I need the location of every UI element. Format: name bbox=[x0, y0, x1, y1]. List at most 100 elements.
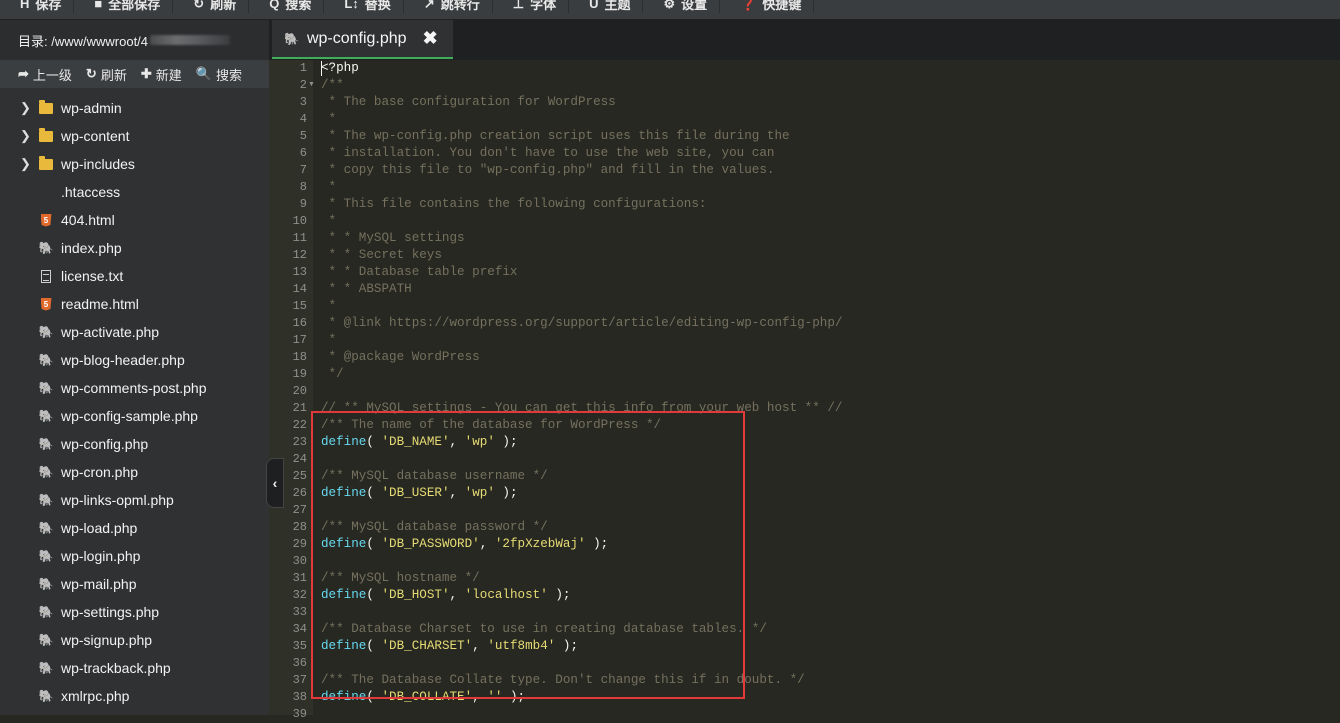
folder-item[interactable]: ❯ wp-includes bbox=[0, 150, 269, 178]
file-item[interactable]: 🐘 wp-links-opml.php bbox=[0, 486, 269, 514]
code-line[interactable]: * @package WordPress bbox=[321, 349, 480, 366]
code-line[interactable]: * The base configuration for WordPress bbox=[321, 94, 616, 111]
code-line[interactable]: * The wp-config.php creation script uses… bbox=[321, 128, 790, 145]
code-line[interactable]: * installation. You don't have to use th… bbox=[321, 145, 775, 162]
line-number: 15 bbox=[292, 299, 307, 313]
folder-item[interactable]: ❯ wp-content bbox=[0, 122, 269, 150]
code-token: , bbox=[479, 537, 495, 551]
chevron-right-icon[interactable]: ❯ bbox=[20, 100, 31, 116]
file-item[interactable]: 🐘 wp-cron.php bbox=[0, 458, 269, 486]
toolbar-button-3[interactable]: Q 搜索 bbox=[249, 0, 325, 13]
code-line[interactable]: * * Secret keys bbox=[321, 247, 442, 264]
code-line[interactable]: * * Database table prefix bbox=[321, 264, 518, 281]
toolbar-button-2[interactable]: ↻ 刷新 bbox=[173, 0, 250, 13]
code-line[interactable]: * bbox=[321, 332, 337, 349]
file-item[interactable]: 🐘 wp-activate.php bbox=[0, 318, 269, 346]
fold-arrow-icon[interactable]: ▼ bbox=[308, 81, 315, 88]
code-line[interactable]: /** bbox=[321, 77, 344, 94]
code-token: 'DB_COLLATE' bbox=[381, 690, 473, 704]
file-item[interactable]: 5 readme.html bbox=[0, 290, 269, 318]
file-item[interactable]: 🐘 wp-mail.php bbox=[0, 570, 269, 598]
line-number: 16 bbox=[292, 316, 307, 330]
file-item[interactable]: 🐘 wp-config.php bbox=[0, 430, 269, 458]
code-line[interactable]: * This file contains the following confi… bbox=[321, 196, 707, 213]
toolbar-button-0[interactable]: H 保存 bbox=[0, 0, 75, 13]
file-name: wp-load.php bbox=[61, 520, 138, 536]
code-token: // ** MySQL settings - You can get this … bbox=[321, 401, 843, 415]
file-action-0[interactable]: ➦ 上一级 bbox=[18, 65, 72, 84]
code-token: ( bbox=[366, 486, 382, 500]
code-line[interactable]: define( 'DB_CHARSET', 'utf8mb4' ); bbox=[321, 638, 578, 655]
code-token: define bbox=[321, 537, 367, 551]
file-action-label: 搜索 bbox=[215, 67, 242, 83]
file-item[interactable]: 🐘 wp-trackback.php bbox=[0, 654, 269, 682]
code-line[interactable]: * bbox=[321, 179, 337, 196]
code-line[interactable]: define( 'DB_PASSWORD', '2fpXzebWaj' ); bbox=[321, 536, 608, 553]
file-item[interactable]: 🐘 wp-load.php bbox=[0, 514, 269, 542]
file-action-3[interactable]: 🔍 搜索 bbox=[196, 65, 242, 84]
code-line[interactable]: * @link https://wordpress.org/support/ar… bbox=[321, 315, 843, 332]
code-editor[interactable]: 1 2 ▼ 3 4 5 6 7 8 9 10 11 12 13 14 15 16 17 18 19 20 21 22 23 24… bbox=[269, 60, 1340, 721]
file-item[interactable]: 🐘 index.php bbox=[0, 234, 269, 262]
file-item[interactable]: 🐘 wp-config-sample.php bbox=[0, 402, 269, 430]
code-line[interactable]: * bbox=[321, 111, 337, 128]
code-line[interactable]: * bbox=[321, 298, 337, 315]
line-number: 3 bbox=[299, 95, 307, 109]
toolbar-button-label: 主题 bbox=[604, 0, 631, 12]
toolbar-button-7[interactable]: U 主题 bbox=[569, 0, 644, 13]
folder-item[interactable]: ❯ wp-admin bbox=[0, 94, 269, 122]
toolbar-button-8[interactable]: ⚙ 设置 bbox=[643, 0, 721, 13]
code-line[interactable]: define( 'DB_HOST', 'localhost' ); bbox=[321, 587, 570, 604]
code-line[interactable]: /** The Database Collate type. Don't cha… bbox=[321, 672, 805, 689]
line-number: 7 bbox=[299, 163, 307, 177]
code-line[interactable]: * * ABSPATH bbox=[321, 281, 412, 298]
chevron-right-icon[interactable]: ❯ bbox=[20, 156, 31, 172]
code-token: * * ABSPATH bbox=[321, 282, 412, 296]
file-browser-panel: 目录: /www/wwwroot/4 ➦ 上一级 ↻ 刷新 ✚ 新建 🔍 搜索 ❯ wp-adm… bbox=[0, 20, 269, 715]
code-line[interactable]: * * MySQL settings bbox=[321, 230, 465, 247]
file-item[interactable]: 🐘 xmlrpc.php bbox=[0, 682, 269, 710]
file-name: wp-admin bbox=[61, 100, 122, 116]
tab-bar: 🐘 wp-config.php ✖ bbox=[269, 20, 1340, 60]
file-item[interactable]: 🐘 wp-comments-post.php bbox=[0, 374, 269, 402]
code-line[interactable]: /** MySQL database password */ bbox=[321, 519, 548, 536]
code-line[interactable]: */ bbox=[321, 366, 344, 383]
toolbar-button-1[interactable]: ■ 全部保存 bbox=[74, 0, 174, 13]
file-item[interactable]: 🐘 wp-login.php bbox=[0, 542, 269, 570]
chevron-right-icon[interactable]: ❯ bbox=[20, 128, 31, 144]
search-icon: 🔍 bbox=[195, 66, 212, 81]
file-item[interactable]: 🐘 wp-blog-header.php bbox=[0, 346, 269, 374]
code-token: /** bbox=[321, 78, 344, 92]
code-line[interactable]: /** The name of the database for WordPre… bbox=[321, 417, 661, 434]
toolbar-button-label: 设置 bbox=[681, 0, 708, 12]
code-token: , bbox=[449, 435, 465, 449]
toolbar-button-6[interactable]: ⊥ 字体 bbox=[493, 0, 570, 13]
code-line[interactable]: * bbox=[321, 213, 337, 230]
file-item[interactable]: .htaccess bbox=[0, 178, 269, 206]
file-action-1[interactable]: ↻ 刷新 bbox=[86, 65, 127, 84]
toolbar-button-4[interactable]: L↕ 替换 bbox=[324, 0, 404, 13]
tab-wp-config[interactable]: 🐘 wp-config.php ✖ bbox=[272, 20, 453, 59]
file-action-2[interactable]: ✚ 新建 bbox=[141, 65, 182, 84]
code-line[interactable]: define( 'DB_NAME', 'wp' ); bbox=[321, 434, 518, 451]
php-elephant-icon: 🐘 bbox=[38, 633, 54, 647]
code-line[interactable]: define( 'DB_USER', 'wp' ); bbox=[321, 485, 518, 502]
file-item[interactable]: 🐘 wp-settings.php bbox=[0, 598, 269, 626]
file-item[interactable]: 5 404.html bbox=[0, 206, 269, 234]
code-line[interactable]: // ** MySQL settings - You can get this … bbox=[321, 400, 842, 417]
file-item[interactable]: 🐘 wp-signup.php bbox=[0, 626, 269, 654]
code-token: * @package WordPress bbox=[321, 350, 480, 364]
code-line[interactable]: /** Database Charset to use in creating … bbox=[321, 621, 767, 638]
code-line[interactable]: * copy this file to "wp-config.php" and … bbox=[321, 162, 775, 179]
close-tab-icon[interactable]: ✖ bbox=[423, 28, 438, 49]
collapse-sidebar-button[interactable]: ‹ bbox=[266, 458, 284, 508]
code-line[interactable]: /** MySQL database username */ bbox=[321, 468, 548, 485]
line-number: 36 bbox=[292, 656, 307, 670]
code-line[interactable]: <?php bbox=[321, 60, 359, 77]
file-item[interactable]: license.txt bbox=[0, 262, 269, 290]
code-line[interactable]: define( 'DB_COLLATE', '' ); bbox=[321, 689, 525, 706]
toolbar-button-9[interactable]: ❓ 快捷键 bbox=[720, 0, 815, 13]
toolbar-button-5[interactable]: ↗ 跳转行 bbox=[404, 0, 493, 13]
code-line[interactable]: /** MySQL hostname */ bbox=[321, 570, 480, 587]
code-token: * @link https://wordpress.org/support/ar… bbox=[321, 316, 843, 330]
